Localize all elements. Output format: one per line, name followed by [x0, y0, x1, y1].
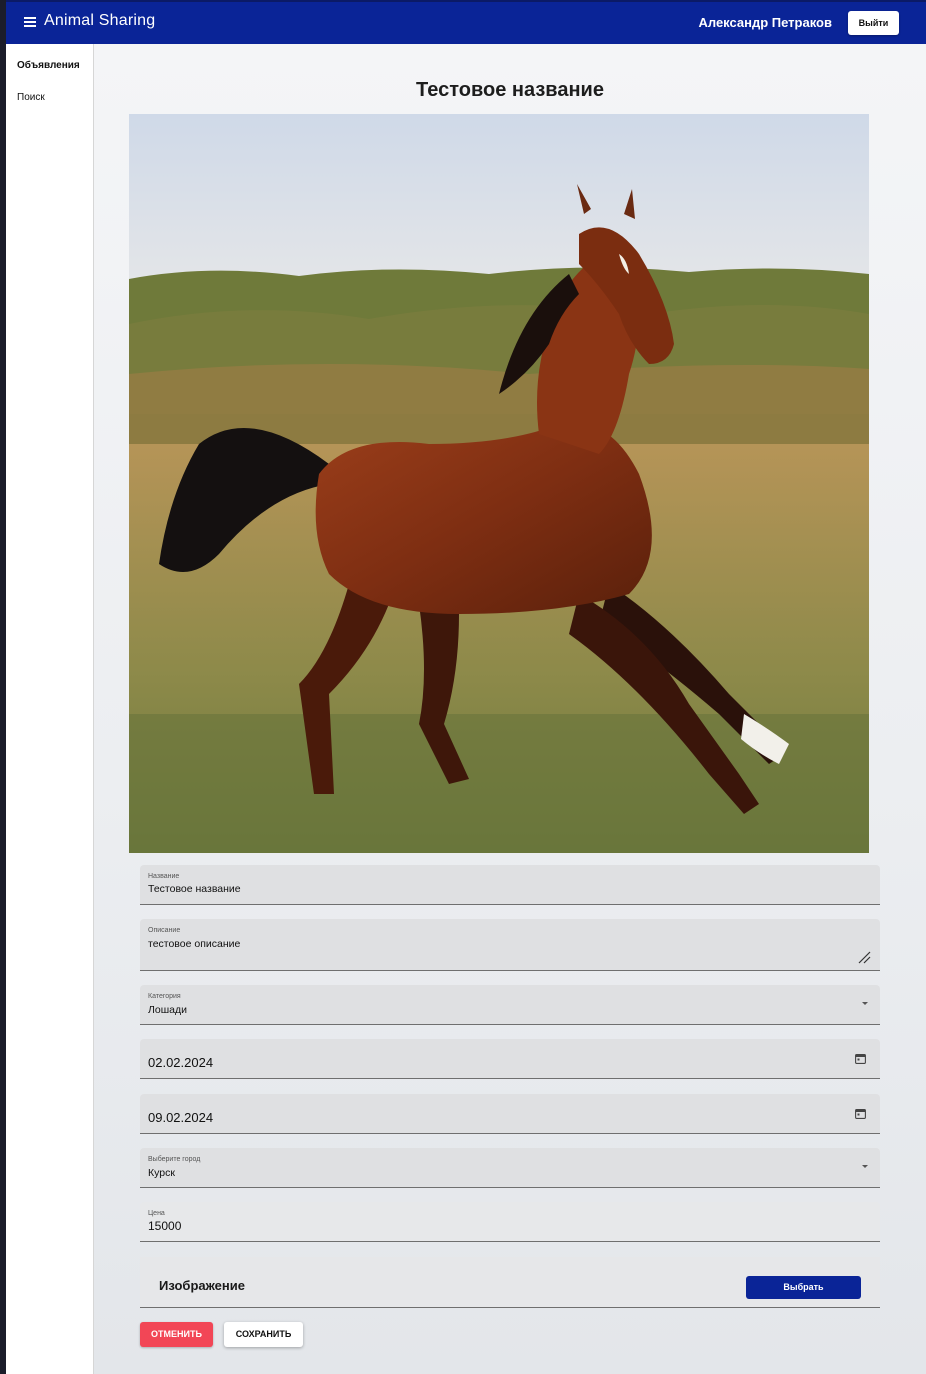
- category-select-label: Категория: [148, 993, 181, 1000]
- category-select-value: Лошади: [148, 1004, 187, 1016]
- city-select-value: Курск: [148, 1167, 175, 1179]
- image-upload-row: Изображение Выбрать: [140, 1257, 880, 1308]
- category-select[interactable]: Категория Лошади: [140, 985, 880, 1025]
- chevron-down-icon[interactable]: [862, 1002, 868, 1005]
- city-select[interactable]: Выберите город Курск: [140, 1148, 880, 1188]
- description-field-value[interactable]: тестовое описание: [148, 938, 240, 950]
- sidebar-item-search[interactable]: Поиск: [17, 92, 45, 103]
- app-header: Animal Sharing Александр Петраков Выйти: [6, 0, 926, 44]
- app-title[interactable]: Animal Sharing: [44, 12, 155, 30]
- name-field[interactable]: Название Тестовое название: [140, 865, 880, 905]
- save-button[interactable]: СОХРАНИТЬ: [224, 1322, 303, 1347]
- image-upload-label: Изображение: [159, 1278, 245, 1293]
- price-field-value[interactable]: 15000: [148, 1219, 181, 1233]
- description-field[interactable]: Описание тестовое описание: [140, 919, 880, 971]
- choose-image-button[interactable]: Выбрать: [746, 1276, 861, 1299]
- sidebar: Объявления Поиск: [6, 44, 94, 1374]
- calendar-icon[interactable]: [855, 1053, 866, 1064]
- end-date-field[interactable]: 09.02.2024: [140, 1094, 880, 1134]
- price-field-label: Цена: [148, 1210, 165, 1217]
- name-field-value[interactable]: Тестовое название: [148, 883, 241, 895]
- resize-handle-icon[interactable]: [857, 950, 871, 964]
- menu-icon[interactable]: [24, 17, 36, 27]
- horse-photo-icon: [129, 114, 869, 853]
- sidebar-item-listings[interactable]: Объявления: [17, 60, 80, 71]
- description-field-label: Описание: [148, 927, 181, 934]
- price-field[interactable]: Цена 15000: [140, 1202, 880, 1242]
- name-field-label: Название: [148, 873, 180, 880]
- listing-photo: [129, 114, 869, 853]
- start-date-field[interactable]: 02.02.2024: [140, 1039, 880, 1079]
- start-date-value[interactable]: 02.02.2024: [148, 1055, 213, 1070]
- cancel-button[interactable]: ОТМЕНИТЬ: [140, 1322, 213, 1347]
- user-name: Александр Петраков: [698, 15, 832, 30]
- calendar-icon[interactable]: [855, 1108, 866, 1119]
- page-title: Тестовое название: [416, 79, 604, 101]
- end-date-value[interactable]: 09.02.2024: [148, 1110, 213, 1125]
- city-select-label: Выберите город: [148, 1156, 201, 1163]
- chevron-down-icon[interactable]: [862, 1165, 868, 1168]
- logout-button[interactable]: Выйти: [848, 11, 899, 35]
